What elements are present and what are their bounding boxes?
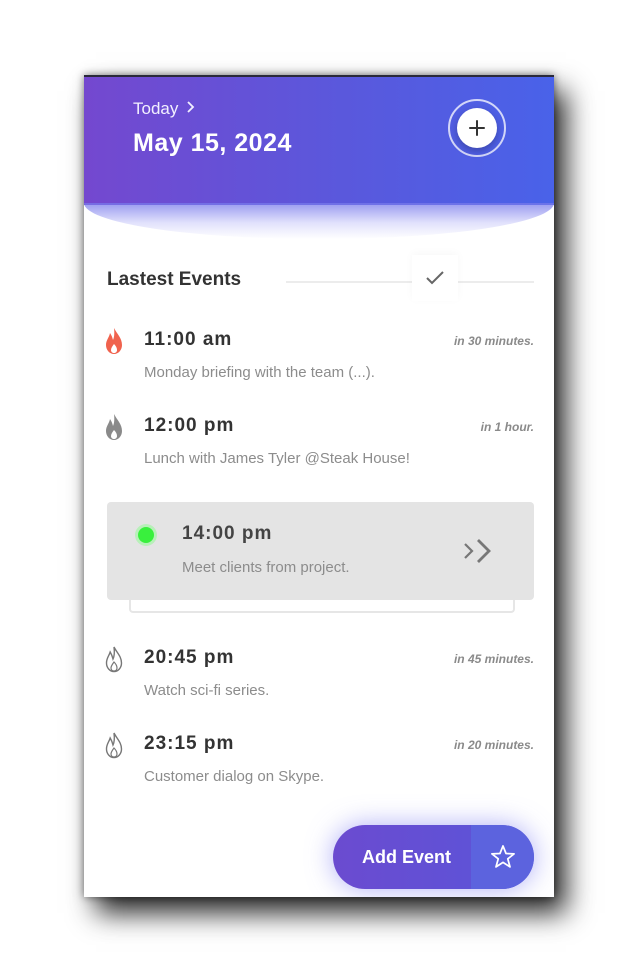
chevron-right-icon: [186, 100, 195, 118]
header-banner: Today May 15, 2024: [84, 75, 554, 205]
event-item[interactable]: 12:00 pm in 1 hour. Lunch with James Tyl…: [84, 413, 554, 483]
top-edge-line: [84, 75, 554, 77]
event-relative-time: in 30 minutes.: [453, 334, 534, 348]
double-chevron-right-icon[interactable]: [463, 538, 497, 564]
event-description: Monday briefing with the team (...).: [144, 364, 375, 381]
checkmark-icon: [426, 271, 444, 285]
event-relative-time: in 20 minutes.: [453, 738, 534, 752]
event-time: 14:00 pm: [182, 523, 273, 544]
event-description: Customer dialog on Skype.: [144, 768, 325, 785]
event-time: 23:15 pm: [144, 733, 235, 754]
flame-filled-gray-icon: [106, 414, 122, 440]
event-time: 11:00 am: [144, 329, 233, 350]
flame-filled-red-icon: [106, 328, 122, 354]
star-outline-icon: [490, 845, 515, 868]
event-description: Meet clients from project.: [182, 559, 350, 576]
section-title: Lastest Events: [107, 269, 242, 290]
favorite-button[interactable]: [471, 825, 534, 889]
event-item[interactable]: 23:15 pm in 20 minutes. Customer dialog …: [84, 731, 554, 801]
status-dot-green-icon: [138, 527, 154, 543]
event-description: Watch sci-fi series.: [144, 682, 270, 699]
event-card-active[interactable]: 14:00 pm Meet clients from project.: [107, 502, 534, 600]
event-relative-time: in 45 minutes.: [453, 652, 534, 666]
today-link[interactable]: Today: [133, 99, 195, 119]
divider-right: [458, 281, 534, 283]
event-description: Lunch with James Tyler @Steak House!: [144, 450, 410, 467]
event-time: 12:00 pm: [144, 415, 235, 436]
add-button-inner: [457, 108, 497, 148]
header-curve-shadow: [84, 203, 554, 239]
flame-outline-icon: [105, 646, 123, 673]
divider-left: [286, 281, 412, 283]
mark-done-button[interactable]: [412, 255, 458, 301]
add-event-button[interactable]: Add Event: [333, 825, 534, 889]
flame-outline-icon: [105, 732, 123, 759]
add-button[interactable]: [448, 99, 506, 157]
page-title-date: May 15, 2024: [133, 129, 292, 157]
event-relative-time: in 1 hour.: [480, 420, 534, 434]
plus-icon: [469, 120, 485, 136]
event-time: 20:45 pm: [144, 647, 235, 668]
today-label: Today: [133, 99, 179, 118]
event-item[interactable]: 11:00 am in 30 minutes. Monday briefing …: [84, 327, 554, 397]
phone-screen: Today May 15, 2024 Lastest Events 11:00 …: [84, 75, 554, 897]
add-event-label: Add Event: [362, 847, 452, 867]
event-item[interactable]: 20:45 pm in 45 minutes. Watch sci-fi ser…: [84, 645, 554, 715]
